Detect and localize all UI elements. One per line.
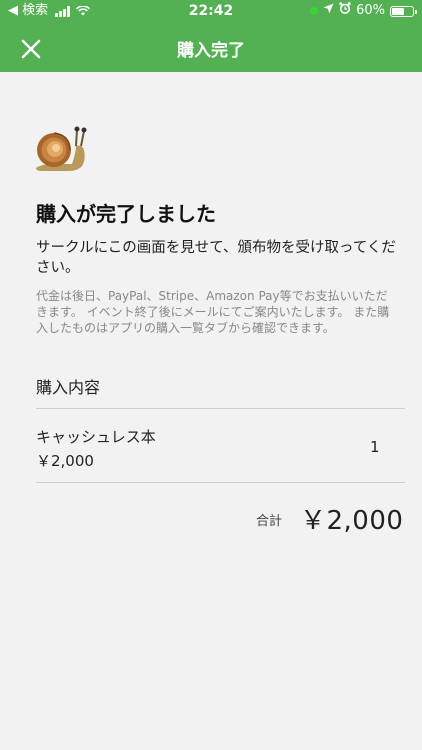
- alarm-clock-icon: [339, 0, 351, 22]
- navigation-bar: 購入完了: [0, 26, 422, 70]
- total-amount: ￥2,000: [300, 506, 404, 536]
- battery-icon: [390, 5, 417, 17]
- order-section-title: 購入内容: [36, 378, 101, 397]
- snail-icon: [32, 122, 88, 174]
- order-item-price: ￥2,000: [36, 452, 94, 470]
- top-bar: ◀ 検索 22:42 60% 購入完了: [0, 0, 422, 72]
- divider: [36, 408, 405, 409]
- total-label: 合計: [256, 514, 283, 529]
- status-bar: ◀ 検索 22:42 60%: [0, 0, 422, 22]
- battery-fill: [392, 7, 404, 15]
- order-item-name: キャッシュレス本: [36, 428, 156, 446]
- page-title: 購入完了: [177, 41, 245, 61]
- active-indicator-icon: [310, 7, 319, 15]
- order-item-quantity: 1: [370, 438, 380, 456]
- completion-heading: 購入が完了しました: [36, 202, 216, 226]
- location-arrow-icon: [323, 0, 334, 22]
- battery-percentage: 60%: [356, 3, 385, 18]
- divider: [36, 482, 405, 483]
- payment-note: 代金は後日、PayPal、Stripe、Amazon Pay等でお支払いいただき…: [36, 289, 390, 335]
- instruction-text: サークルにこの画面を見せて、頒布物を受け取ってください。: [36, 240, 396, 276]
- status-right: 60%: [310, 0, 417, 22]
